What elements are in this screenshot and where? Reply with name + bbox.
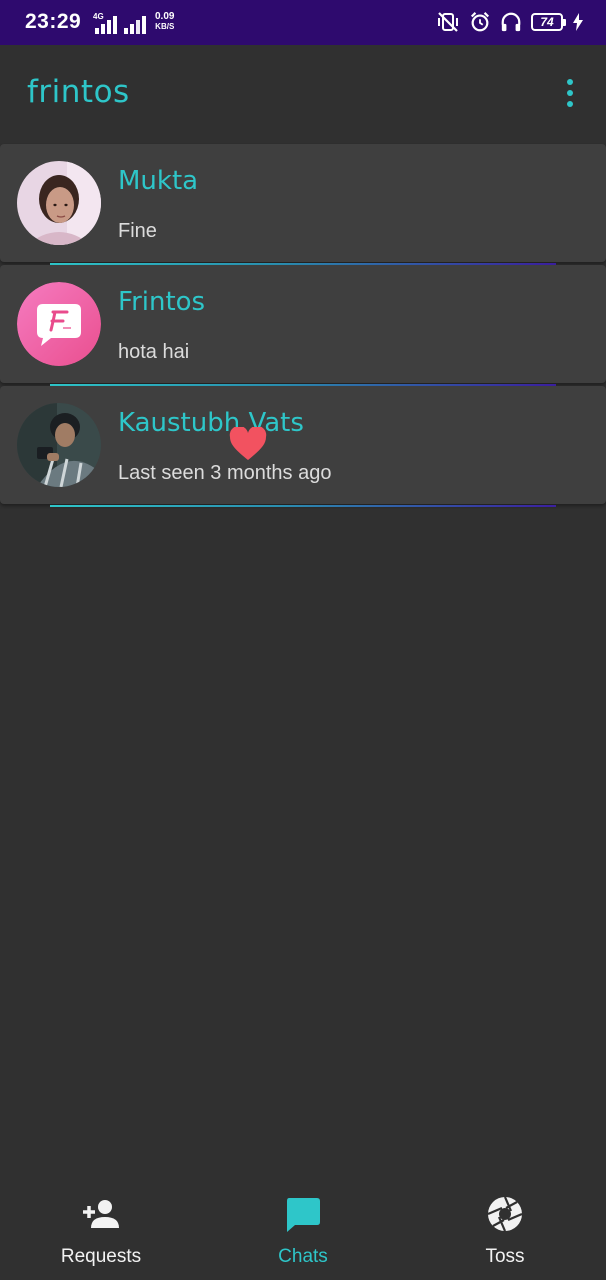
chat-list: Mukta Fine Frintos hota hai Kaustubh Vat… [0,144,606,507]
more-vert-icon-dot [567,79,573,85]
chat-last-message: hota hai [118,341,190,363]
headphones-icon [501,12,521,32]
nav-toss[interactable]: Toss [404,1180,606,1280]
charging-icon [573,13,583,31]
alarm-icon [470,12,490,32]
app-title: frintos [27,74,130,110]
avatar[interactable] [17,282,101,366]
chat-last-message: Last seen 3 months ago [118,462,332,484]
vibrate-off-icon [438,12,458,32]
avatar-frintos-logo [17,282,101,366]
speed-unit: KB/S [155,22,175,31]
battery-level: 74 [540,15,554,29]
camera-aperture-icon [487,1196,523,1232]
avatar[interactable] [17,161,101,245]
nav-label: Toss [485,1246,525,1267]
nav-chats[interactable]: Chats [202,1180,404,1280]
divider [50,505,556,507]
app-bar: frintos [0,45,606,143]
nav-label: Chats [278,1246,328,1267]
status-bar: 23:29 4G 0.09 KB/S 74 [0,0,606,45]
signal-icon [95,14,117,34]
network-speed: 0.09 KB/S [155,12,174,32]
status-time: 23:29 [25,10,82,33]
more-options-button[interactable] [560,77,580,109]
avatar[interactable] [17,403,101,487]
chat-bubble-icon [287,1198,320,1232]
heart-icon [229,427,267,460]
chat-item-kaustubh-vats[interactable]: Kaustubh Vats Last seen 3 months ago [0,386,606,507]
bottom-navigation: Requests Chats Toss [0,1180,606,1280]
chat-item-frintos[interactable]: Frintos hota hai [0,265,606,386]
person-add-icon [83,1200,119,1228]
chat-name: Frintos [118,287,206,317]
more-vert-icon-dot [567,101,573,107]
signal-icon-2 [124,14,146,34]
avatar-photo-boy [17,403,101,487]
chat-name: Kaustubh Vats [118,408,304,438]
chat-last-message: Fine [118,220,157,242]
nav-requests[interactable]: Requests [0,1180,202,1280]
speed-value: 0.09 [155,11,175,22]
battery-icon: 74 [531,13,566,31]
avatar-photo-girl [17,161,101,245]
status-icons: 74 [436,10,584,34]
nav-label: Requests [60,1246,142,1267]
chat-name: Mukta [118,166,199,196]
more-vert-icon-dot [567,90,573,96]
chat-item-mukta[interactable]: Mukta Fine [0,144,606,265]
